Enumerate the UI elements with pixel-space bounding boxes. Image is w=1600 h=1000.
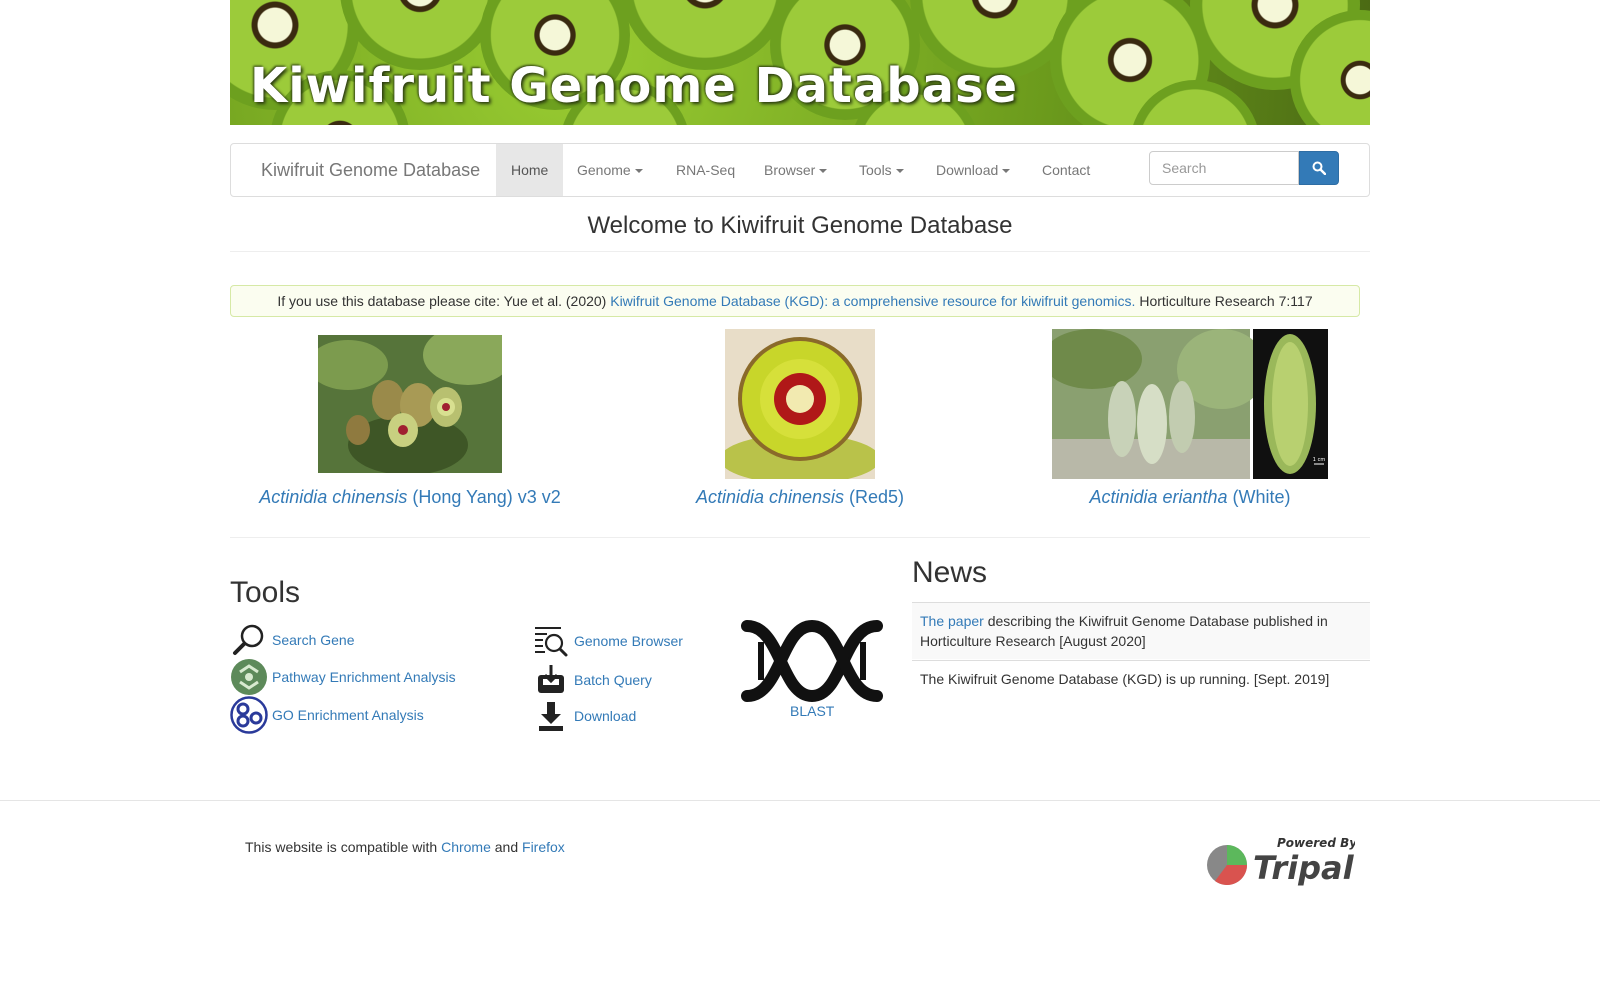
news-link[interactable]: The paper: [920, 613, 984, 629]
compat-text: This website is compatible with Chrome a…: [245, 839, 565, 855]
divider: [230, 537, 1370, 538]
tool-label: Search Gene: [272, 632, 355, 648]
search-icon: [1312, 161, 1326, 175]
species-label: (White): [1232, 487, 1291, 507]
nav-home-label: Home: [511, 162, 549, 178]
batch-query-icon: [532, 661, 570, 699]
kiwi-vine-photo: [318, 335, 502, 473]
caret-down-icon: [1002, 169, 1011, 174]
pathway-icon: [230, 658, 268, 696]
tool-download[interactable]: Download: [532, 697, 636, 735]
species-genus: Actinidia eriantha: [1089, 487, 1228, 507]
nav-rna-seq-label: RNA-Seq: [676, 162, 736, 178]
species-genus: Actinidia chinensis: [259, 487, 408, 507]
nav-browser[interactable]: Browser: [749, 144, 842, 196]
species-image-hong-yang[interactable]: [318, 335, 502, 473]
compat-prefix: This website is compatible with: [245, 839, 438, 855]
species-link-hong-yang[interactable]: Actinidia chinensis (Hong Yang) v3 v2: [230, 487, 590, 508]
citation-prefix: If you use this database please cite: Yu…: [277, 293, 607, 309]
compat-and: and: [494, 839, 519, 855]
navbar: Kiwifruit Genome Database Home Genome RN…: [230, 143, 1370, 197]
footer: This website is compatible with Chrome a…: [0, 800, 1600, 1000]
genome-browser-icon: [532, 622, 570, 660]
banner-title: Kiwifruit Genome Database: [250, 58, 1019, 114]
news-item: The paper describing the Kiwifruit Genom…: [912, 602, 1370, 659]
species-genus: Actinidia chinensis: [695, 487, 845, 507]
tool-label: Genome Browser: [574, 633, 683, 649]
species-image-white[interactable]: 1 cm: [1052, 329, 1328, 479]
news-text: The Kiwifruit Genome Database (KGD) is u…: [920, 671, 1330, 687]
tool-label: Batch Query: [574, 672, 652, 688]
tools-heading: Tools: [230, 576, 301, 609]
nav-tools-label: Tools: [859, 162, 892, 178]
caret-down-icon: [819, 169, 828, 174]
news-item: The Kiwifruit Genome Database (KGD) is u…: [912, 660, 1370, 697]
news-heading: News: [912, 556, 988, 589]
nav-contact-label: Contact: [1042, 162, 1091, 178]
nav-download-label: Download: [936, 162, 999, 178]
kiwi-eriantha-photo: 1 cm: [1052, 329, 1328, 479]
nav-home[interactable]: Home: [496, 144, 564, 196]
nav-tools[interactable]: Tools: [844, 144, 919, 196]
tool-search-gene[interactable]: Search Gene: [230, 621, 355, 659]
tool-label: Pathway Enrichment Analysis: [272, 669, 456, 685]
nav-rna-seq[interactable]: RNA-Seq: [661, 144, 750, 196]
page-title: Welcome to Kiwifruit Genome Database: [587, 212, 1013, 239]
magnifier-icon: [230, 621, 268, 659]
go-icon: [230, 696, 268, 734]
nav-genome-label: Genome: [577, 162, 631, 178]
caret-down-icon: [895, 169, 904, 174]
species-link-white[interactable]: Actinidia eriantha (White): [1030, 487, 1350, 508]
tripal-text: Tripal: [1253, 849, 1355, 887]
species-label: (Hong Yang) v3 v2: [412, 487, 561, 507]
caret-down-icon: [634, 169, 643, 174]
navbar-brand[interactable]: Kiwifruit Genome Database: [261, 160, 480, 181]
scale-label: 1 cm: [1313, 457, 1326, 463]
firefox-link[interactable]: Firefox: [522, 839, 565, 855]
search-input[interactable]: [1149, 151, 1299, 185]
tool-batch-query[interactable]: Batch Query: [532, 661, 652, 699]
nav-contact[interactable]: Contact: [1027, 144, 1105, 196]
nav-browser-label: Browser: [764, 162, 816, 178]
divider: [230, 251, 1370, 252]
kiwi-slice-photo: [725, 329, 875, 479]
citation-box: If you use this database please cite: Yu…: [230, 285, 1360, 317]
download-icon: [532, 697, 570, 735]
tool-go-enrichment[interactable]: GO Enrichment Analysis: [230, 696, 424, 734]
species-image-red5[interactable]: [725, 329, 875, 479]
citation-suffix: Horticulture Research 7:117: [1139, 293, 1313, 309]
dna-icon: [741, 620, 883, 702]
tool-genome-browser[interactable]: Genome Browser: [532, 622, 683, 660]
chrome-link[interactable]: Chrome: [441, 839, 491, 855]
banner-image: Kiwifruit Genome Database: [230, 0, 1370, 125]
nav-genome[interactable]: Genome: [562, 144, 658, 196]
blast-label: BLAST: [790, 703, 835, 719]
species-label: (Red5): [849, 487, 905, 507]
nav-download[interactable]: Download: [921, 144, 1025, 196]
tripal-logo[interactable]: Powered By Tripal: [1205, 836, 1358, 887]
tool-pathway-enrichment[interactable]: Pathway Enrichment Analysis: [230, 658, 456, 696]
citation-link[interactable]: Kiwifruit Genome Database (KGD): a compr…: [610, 293, 1135, 309]
search-button[interactable]: [1299, 151, 1339, 185]
tool-label: GO Enrichment Analysis: [272, 707, 424, 723]
species-link-red5[interactable]: Actinidia chinensis (Red5): [640, 487, 960, 508]
tool-label: Download: [574, 708, 637, 724]
